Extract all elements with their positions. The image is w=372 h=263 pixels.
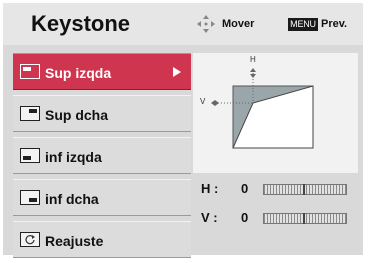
mover-label: Mover [222, 18, 255, 30]
menu-item-label: inf izqda [45, 149, 102, 165]
keystone-top-left-icon [20, 64, 40, 79]
menu-key-badge: MENU [288, 18, 318, 31]
keystone-menu: Sup izqda Sup dcha inf izqda inf dcha Re… [13, 53, 191, 263]
osd-header: Keystone Mover MENU Prev. [3, 3, 363, 45]
menu-item-label: Sup izqda [45, 65, 112, 81]
menu-item-inf-dcha[interactable]: inf dcha [13, 179, 191, 216]
page-title: Keystone [31, 11, 131, 36]
menu-item-label: inf dcha [45, 191, 99, 207]
menu-item-sup-izqda[interactable]: Sup izqda [13, 53, 191, 90]
keystone-top-right-icon [20, 106, 40, 121]
v-value: 0 [241, 210, 249, 225]
h-slider-knob[interactable] [303, 184, 305, 195]
h-label: H : [201, 181, 219, 196]
keystone-preview: H V [193, 53, 358, 173]
h-slider[interactable] [263, 184, 347, 195]
submenu-arrow-icon [173, 67, 181, 77]
v-marker-label: V [200, 97, 206, 106]
keystone-bottom-right-icon [20, 190, 40, 205]
menu-item-sup-dcha[interactable]: Sup dcha [13, 95, 191, 132]
menu-item-inf-izqda[interactable]: inf izqda [13, 137, 191, 174]
menu-item-label: Sup dcha [45, 107, 109, 123]
v-slider-knob[interactable] [303, 213, 305, 224]
h-marker-label: H [250, 55, 256, 64]
v-slider[interactable] [263, 213, 347, 224]
v-label: V : [201, 210, 218, 225]
keystone-bottom-left-icon [20, 148, 40, 163]
move-arrows-icon [197, 15, 215, 33]
h-value: 0 [241, 181, 249, 196]
prev-label: Prev. [321, 18, 348, 30]
menu-item-label: Reajuste [45, 233, 104, 249]
reset-icon [20, 232, 40, 247]
menu-item-reajuste[interactable]: Reajuste [13, 221, 191, 258]
keystone-osd-panel: Keystone Mover MENU Prev. Sup izqda Sup … [3, 3, 363, 258]
